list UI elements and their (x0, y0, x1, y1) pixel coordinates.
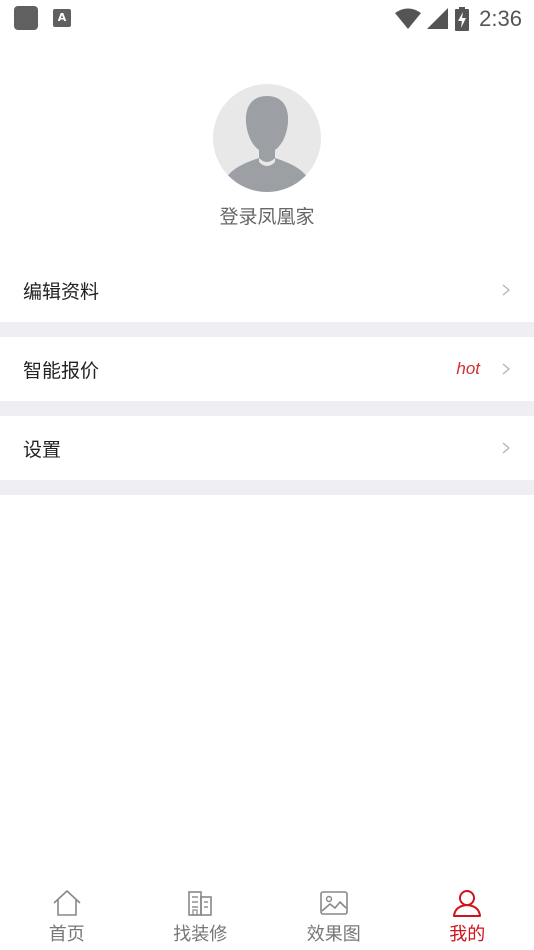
settings-menu: 编辑资料 智能报价 hot 设置 (0, 258, 534, 495)
chevron-right-icon (502, 284, 511, 296)
bottom-tab-bar: 首页 找装修 效果图 我的 (0, 878, 534, 950)
default-user-silhouette-icon (225, 96, 309, 192)
profile-header: 登录凤凰家 (0, 84, 534, 229)
section-divider (0, 322, 534, 337)
wifi-icon (395, 8, 422, 29)
menu-item-edit-profile[interactable]: 编辑资料 (0, 258, 534, 322)
menu-item-label: 智能报价 (23, 359, 100, 382)
clock: 2:36 (479, 6, 522, 31)
tab-label: 首页 (48, 924, 85, 945)
tab-home[interactable]: 首页 (0, 878, 134, 950)
user-icon (453, 890, 482, 917)
image-icon (319, 891, 348, 915)
menu-item-settings[interactable]: 设置 (0, 416, 534, 480)
menu-item-smart-quote[interactable]: 智能报价 hot (0, 337, 534, 401)
a-notification-icon: A (53, 9, 71, 27)
home-icon (53, 890, 81, 916)
chevron-right-icon (502, 363, 511, 375)
cell-signal-icon (427, 8, 449, 29)
tab-mine[interactable]: 我的 (401, 878, 534, 950)
status-bar: A 2:36 (0, 0, 534, 38)
section-divider (0, 480, 534, 495)
hot-badge: hot (456, 359, 480, 378)
status-indicators: 2:36 (395, 4, 522, 34)
app-notification-icon (14, 6, 38, 30)
tab-label: 效果图 (306, 924, 361, 945)
tab-find-renovation[interactable]: 找装修 (134, 878, 268, 950)
tab-renderings[interactable]: 效果图 (267, 878, 401, 950)
menu-item-label: 设置 (23, 438, 62, 461)
tab-label: 找装修 (173, 924, 228, 945)
menu-item-label: 编辑资料 (23, 280, 100, 303)
building-icon (188, 891, 213, 916)
login-link[interactable]: 登录凤凰家 (0, 202, 534, 229)
tab-label: 我的 (449, 924, 486, 945)
chevron-right-icon (502, 442, 511, 454)
battery-charging-icon (455, 7, 470, 31)
avatar[interactable] (213, 84, 321, 192)
section-divider (0, 401, 534, 416)
